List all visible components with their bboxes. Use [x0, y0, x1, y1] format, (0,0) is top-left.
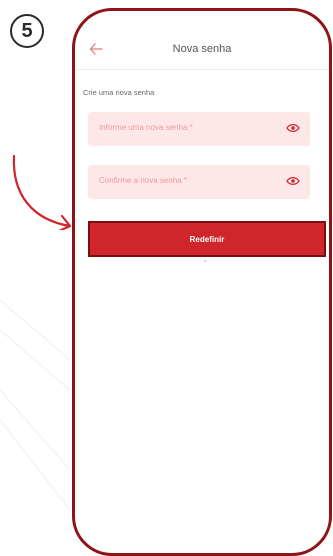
- loading-dot: [204, 260, 206, 262]
- page-title: Nova senha: [172, 43, 232, 55]
- header-divider: [75, 69, 329, 70]
- phone-frame: Nova senha Crie uma nova senha Informe u…: [72, 8, 332, 556]
- step-number-badge: 5: [10, 14, 44, 48]
- pointer-arrow-icon: [12, 154, 72, 230]
- eye-icon[interactable]: [286, 176, 300, 186]
- new-password-placeholder: Informe uma nova senha *: [99, 123, 193, 132]
- confirm-password-field[interactable]: Confirme a nova senha *: [88, 165, 310, 199]
- app-header: Nova senha: [75, 31, 329, 61]
- reset-password-button[interactable]: Redefinir: [88, 221, 326, 257]
- eye-icon[interactable]: [286, 123, 300, 133]
- confirm-password-placeholder: Confirme a nova senha *: [99, 176, 188, 185]
- instruction-text: Crie uma nova senha: [83, 88, 155, 97]
- new-password-field[interactable]: Informe uma nova senha *: [88, 112, 310, 146]
